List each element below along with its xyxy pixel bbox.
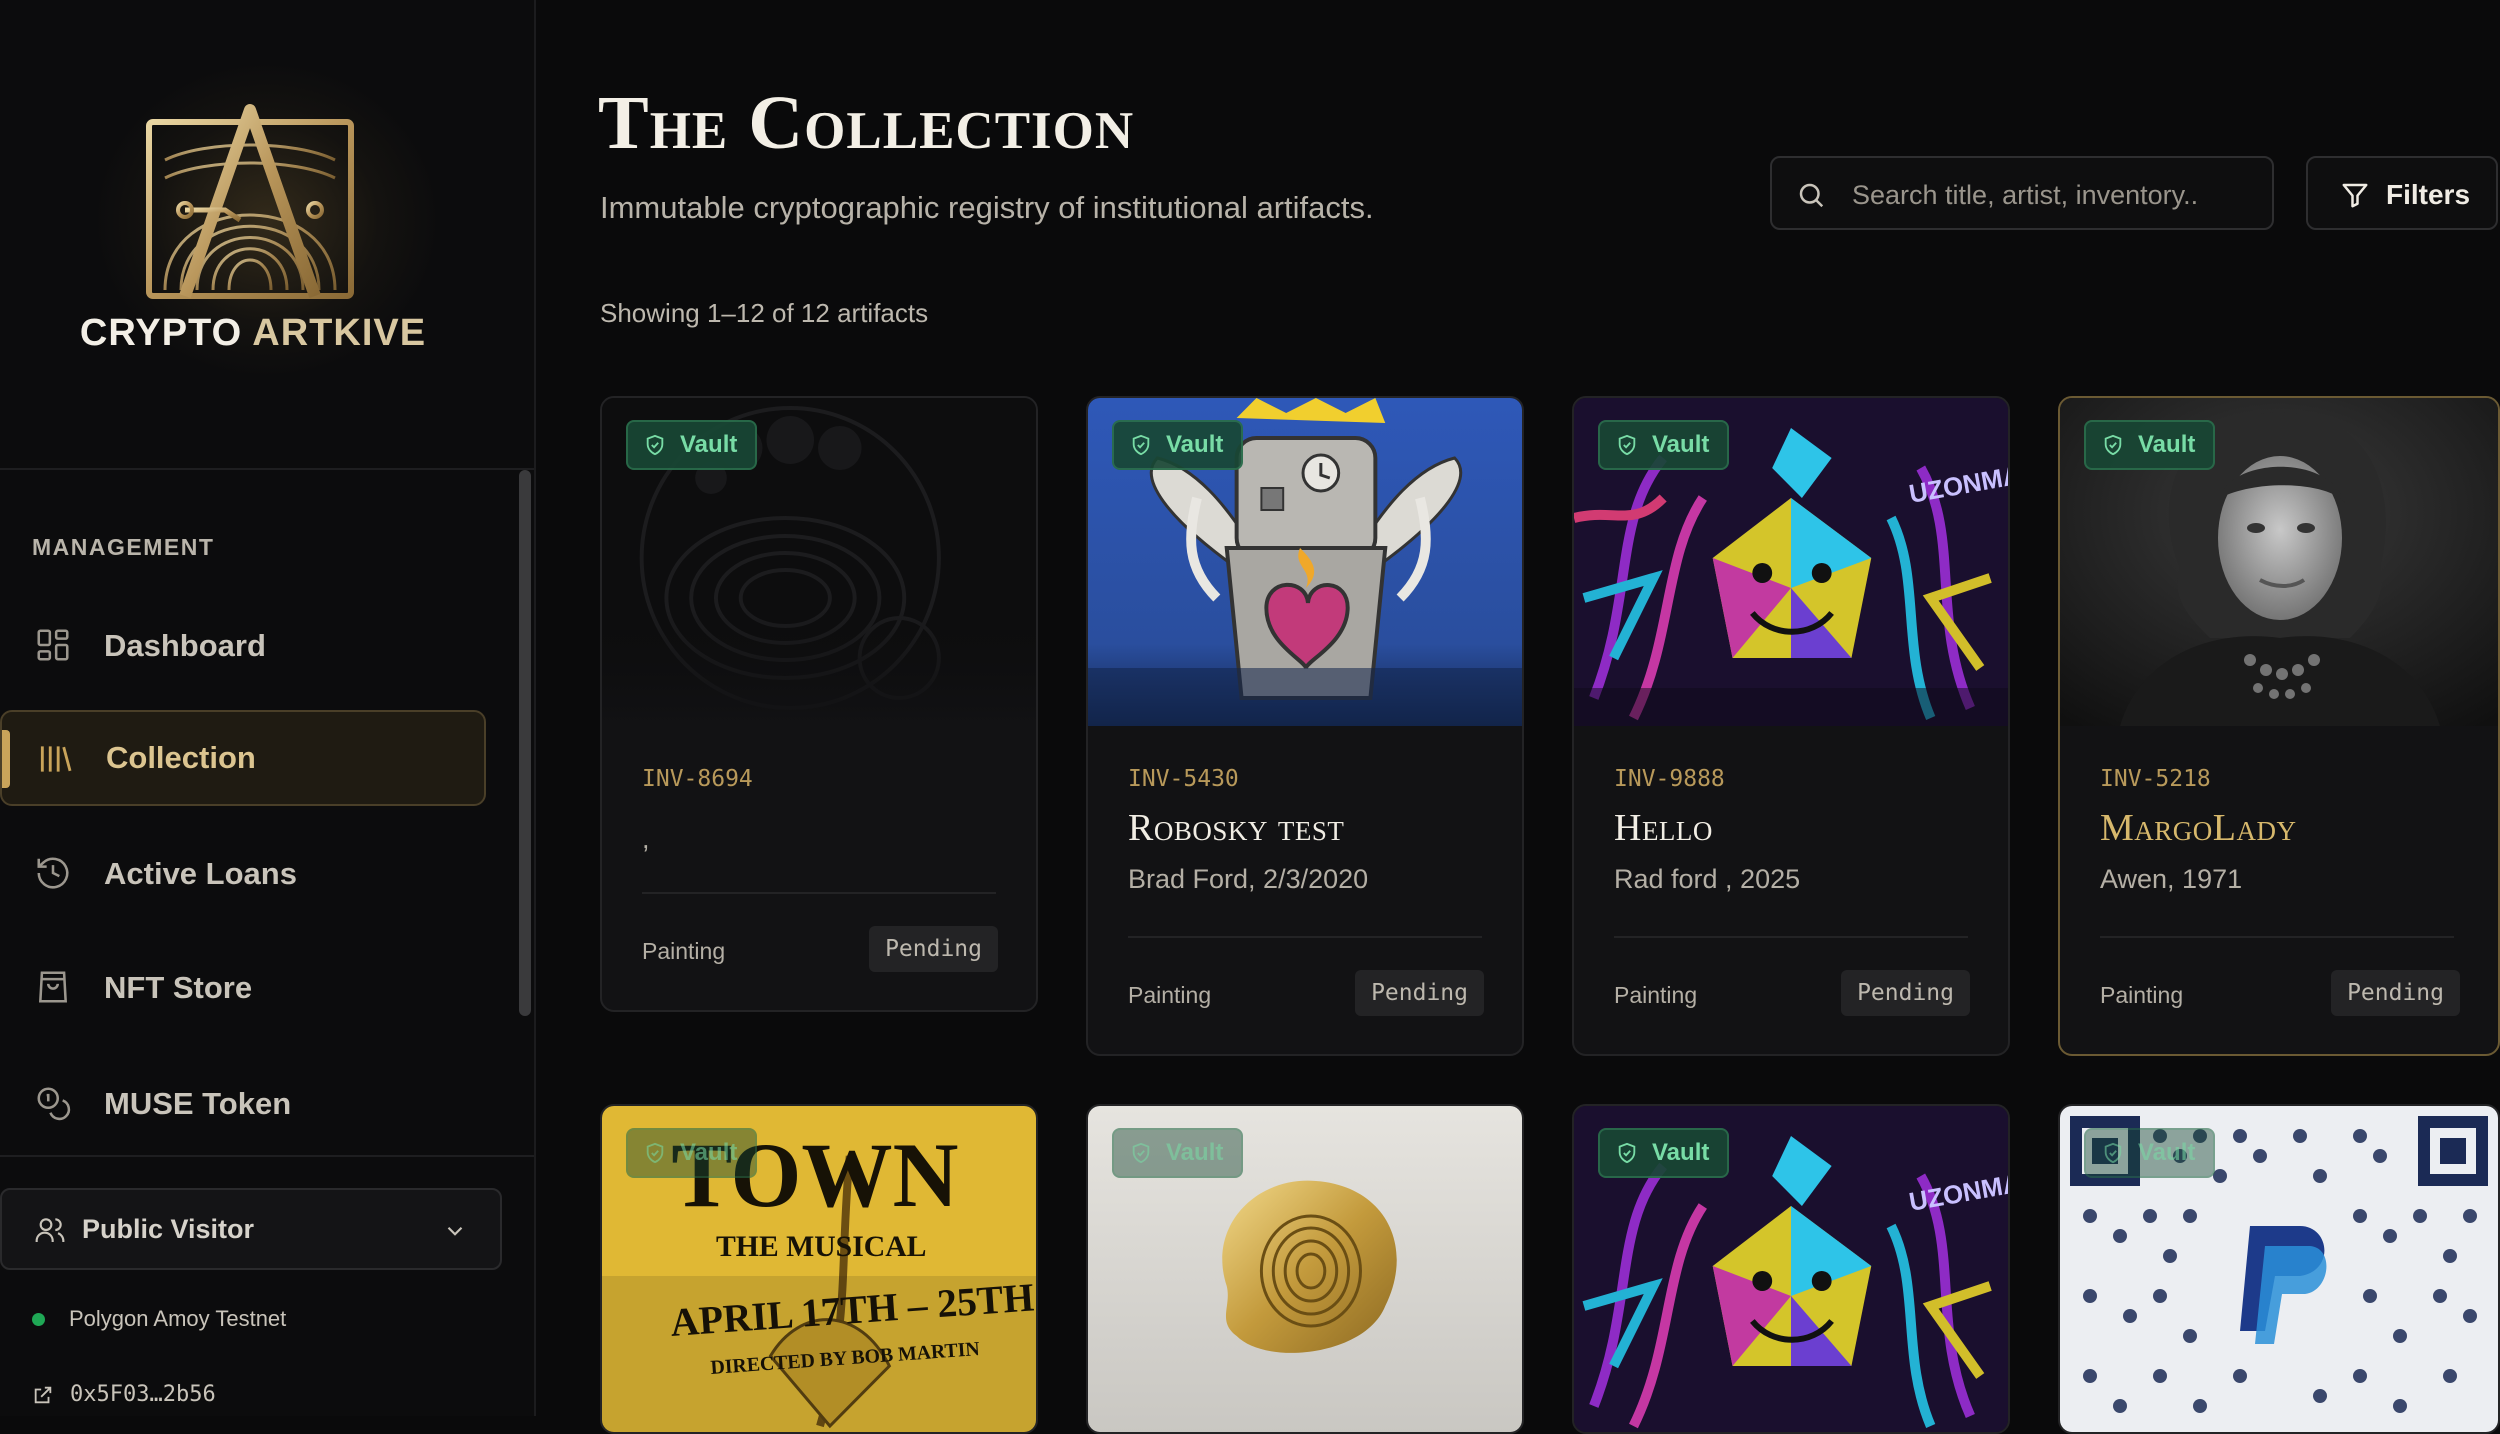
inventory-number: INV-8694 xyxy=(642,766,753,792)
artifact-card[interactable]: TOWN THE MUSICAL APRIL 17TH – 25TH DIREC… xyxy=(600,1104,1038,1434)
status-badge: Pending xyxy=(1841,970,1970,1016)
status-badge: Pending xyxy=(869,926,998,972)
shield-check-icon xyxy=(2104,1142,2122,1164)
role-selector-label: Public Visitor xyxy=(82,1214,255,1244)
filters-button[interactable]: Filters xyxy=(2306,156,2498,230)
search-box[interactable] xyxy=(1770,156,2274,230)
brand-area: CRYPTO ARTKIVE xyxy=(0,0,534,470)
search-icon xyxy=(1799,183,1824,208)
card-divider xyxy=(642,892,996,894)
network-status: Polygon Amoy Testnet xyxy=(32,1306,286,1332)
brand-name-part2: ARTKIVE xyxy=(252,312,427,354)
coins-icon xyxy=(37,1087,71,1121)
inventory-number: INV-9888 xyxy=(1614,766,1725,792)
artifact-type: Painting xyxy=(2100,982,2184,1008)
vault-badge-label: Vault xyxy=(1652,1139,1710,1166)
sidebar-item-label: NFT Store xyxy=(104,970,253,1005)
wallet-address-link[interactable]: 0x5F03…2b56 xyxy=(32,1382,216,1407)
artifact-title: MargoLady xyxy=(2100,807,2297,849)
vault-badge-label: Vault xyxy=(680,1139,738,1166)
shield-check-icon xyxy=(646,434,664,456)
artist-year: , xyxy=(642,824,650,854)
sidebar-scrollbar[interactable] xyxy=(519,470,531,1016)
card-divider xyxy=(2100,936,2454,938)
library-icon xyxy=(40,746,72,772)
sidebar-item-collection[interactable]: Collection xyxy=(0,710,486,806)
artifact-title: Robosky test xyxy=(1128,807,1345,849)
card-divider xyxy=(1128,936,1482,938)
artifact-type: Painting xyxy=(1128,982,1212,1008)
sidebar-item-nft-store[interactable]: NFT Store xyxy=(0,940,486,1036)
sidebar-item-label: MUSE Token xyxy=(104,1086,292,1121)
vault-badge-label: Vault xyxy=(680,431,738,458)
sidebar-item-dashboard[interactable]: Dashboard xyxy=(0,598,486,694)
artist-year: Brad Ford, 2/3/2020 xyxy=(1128,864,1369,894)
sidebar-item-label: Dashboard xyxy=(104,628,266,663)
artifact-card[interactable]: UZONMA Vault INV-9888 Hello Rad ford , 2… xyxy=(1572,396,2010,1056)
role-selector[interactable]: Public Visitor xyxy=(0,1188,502,1270)
card-divider xyxy=(1614,936,1968,938)
status-badge: Pending xyxy=(1355,970,1484,1016)
sidebar-divider xyxy=(0,1155,534,1157)
filter-icon xyxy=(2342,183,2368,208)
page-title: The Collection xyxy=(598,81,1135,165)
artifact-card[interactable]: Vault xyxy=(1086,1104,1524,1434)
vault-badge-label: Vault xyxy=(2138,431,2196,458)
shield-check-icon xyxy=(1618,1142,1636,1164)
vault-badge: Vault xyxy=(1598,420,1730,470)
vault-badge: Vault xyxy=(1112,420,1244,470)
brand-name: CRYPTO ARTKIVE xyxy=(0,312,506,355)
inventory-number: INV-5218 xyxy=(2100,766,2211,792)
artifact-card[interactable]: Vault INV-5430 Robosky test Brad Ford, 2… xyxy=(1086,396,1524,1056)
vault-badge-label: Vault xyxy=(1166,431,1224,458)
shield-check-icon xyxy=(1132,1142,1150,1164)
artifact-type: Painting xyxy=(642,938,726,964)
thumbnail-poster-subtitle: THE MUSICAL xyxy=(716,1230,927,1263)
page-subtitle: Immutable cryptographic registry of inst… xyxy=(600,190,1374,225)
artifact-title: Hello xyxy=(1614,807,1713,849)
sidebar: CRYPTO ARTKIVE MANAGEMENT Dashboard Coll… xyxy=(0,0,536,1416)
external-link-icon xyxy=(34,1386,52,1403)
shield-check-icon xyxy=(1618,434,1636,456)
search-input[interactable] xyxy=(1850,176,2254,214)
artifact-card[interactable]: Vault INV-5218 MargoLady Awen, 1971 Pain… xyxy=(2058,396,2500,1056)
vault-badge: Vault xyxy=(1112,1128,1244,1178)
vault-badge: Vault xyxy=(2084,1128,2216,1178)
shield-check-icon xyxy=(2104,434,2122,456)
shopping-bag-icon xyxy=(38,971,68,1003)
results-count: Showing 1–12 of 12 artifacts xyxy=(600,298,929,328)
history-icon xyxy=(37,857,69,889)
filters-label: Filters xyxy=(2386,179,2471,210)
grid-icon xyxy=(37,629,69,661)
artist-year: Awen, 1971 xyxy=(2100,864,2243,894)
crypto-artkive-logo[interactable] xyxy=(145,100,355,300)
brand-name-part1: CRYPTO xyxy=(79,312,253,354)
status-badge: Pending xyxy=(2331,970,2460,1016)
vault-badge: Vault xyxy=(2084,420,2216,470)
sidebar-item-active-loans[interactable]: Active Loans xyxy=(0,826,486,922)
users-icon xyxy=(35,1218,65,1242)
vault-badge: Vault xyxy=(626,1128,758,1178)
sidebar-item-label: Collection xyxy=(106,740,256,775)
vault-badge-label: Vault xyxy=(2138,1139,2196,1166)
network-name: Polygon Amoy Testnet xyxy=(69,1306,287,1331)
artist-year: Rad ford , 2025 xyxy=(1614,864,1801,894)
inventory-number: INV-5430 xyxy=(1128,766,1239,792)
sidebar-item-label: Active Loans xyxy=(104,856,297,891)
artifact-type: Painting xyxy=(1614,982,1698,1008)
vault-badge: Vault xyxy=(626,420,758,470)
shield-check-icon xyxy=(1132,434,1150,456)
artifact-card[interactable]: UZONMA Vault xyxy=(1572,1104,2010,1434)
wallet-address: 0x5F03…2b56 xyxy=(70,1382,216,1407)
section-label-management: MANAGEMENT xyxy=(32,534,215,560)
artifact-card[interactable]: Vault INV-8694 , Painting Pending xyxy=(600,396,1038,1012)
shield-check-icon xyxy=(646,1142,664,1164)
sidebar-item-muse-token[interactable]: MUSE Token xyxy=(0,1056,486,1152)
artifact-card[interactable]: Vault xyxy=(2058,1104,2500,1434)
network-status-dot xyxy=(32,1312,45,1326)
vault-badge-label: Vault xyxy=(1652,431,1710,458)
vault-badge-label: Vault xyxy=(1166,1139,1224,1166)
chevron-down-icon xyxy=(447,1226,463,1236)
vault-badge: Vault xyxy=(1598,1128,1730,1178)
